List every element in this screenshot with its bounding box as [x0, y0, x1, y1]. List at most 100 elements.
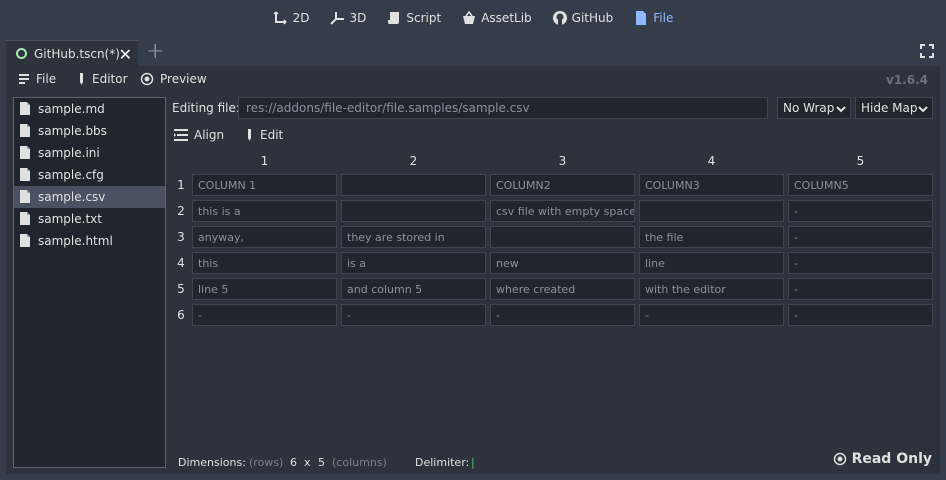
main-screen-2d-label: 2D — [292, 11, 310, 25]
file-list-item[interactable]: sample.cfg — [14, 164, 165, 186]
file-list-item-label: sample.cfg — [38, 168, 104, 182]
file-list-item[interactable]: sample.md — [14, 98, 165, 120]
file-editor-toolbar: File Editor Preview v1.6.4 — [6, 66, 940, 94]
3d-icon — [329, 10, 346, 26]
rows-count: 6 — [290, 456, 297, 469]
file-list-item[interactable]: sample.txt — [14, 208, 165, 230]
main-screen-2d-button[interactable]: 2D — [263, 3, 320, 33]
file-icon — [19, 123, 33, 139]
editor-menu-button[interactable]: Editor — [76, 72, 128, 86]
scene-tab-bar: GitHub.tscn(*) ✕ + — [0, 38, 946, 66]
table-cell[interactable]: - — [639, 304, 784, 326]
main-screen-3d-button[interactable]: 3D — [320, 3, 377, 33]
editor-menu-label: Editor — [92, 72, 128, 86]
table-cell[interactable]: this is a — [192, 200, 337, 222]
table-cell[interactable]: line — [639, 252, 784, 274]
file-list-item-label: sample.txt — [38, 212, 102, 226]
table-cell[interactable] — [341, 174, 486, 196]
file-list-item-label: sample.ini — [38, 146, 100, 160]
row-number: 1 — [177, 178, 185, 192]
table-cell[interactable]: - — [788, 200, 933, 222]
file-list-item-label: sample.bbs — [38, 124, 107, 138]
column-header: 5 — [856, 154, 865, 168]
map-dropdown[interactable]: Hide Map — [855, 97, 933, 119]
table-cell[interactable]: new — [490, 252, 635, 274]
file-editor-panel: File Editor Preview v1.6.4 sample.md samp… — [6, 66, 940, 474]
editing-file-row: Editing file: No Wrap Hide Map — [172, 97, 933, 119]
pencil-icon — [244, 128, 254, 142]
file-list-item[interactable]: sample.bbs — [14, 120, 165, 142]
eye-icon — [140, 72, 154, 86]
main-screen-file-label: File — [653, 11, 674, 25]
table-cell[interactable]: with the editor — [639, 278, 784, 300]
column-header: 4 — [707, 154, 716, 168]
table-cell[interactable]: line 5 — [192, 278, 337, 300]
rows-unit-label: (rows) — [249, 456, 284, 469]
edit-button[interactable]: Edit — [244, 128, 283, 142]
table-cell[interactable]: they are stored in — [341, 226, 486, 248]
dimension-separator: x — [304, 456, 311, 469]
table-cell[interactable]: this — [192, 252, 337, 274]
table-cell[interactable]: anyway, — [192, 226, 337, 248]
column-header: 1 — [260, 154, 269, 168]
wrap-dropdown-value: No Wrap — [783, 101, 835, 115]
main-screen-bar: 2D 3D Script AssetLib GitHub File — [0, 0, 946, 36]
distraction-free-icon[interactable] — [920, 44, 934, 61]
table-cell[interactable]: where created — [490, 278, 635, 300]
file-path-field[interactable] — [238, 97, 768, 119]
wrap-dropdown[interactable]: No Wrap — [777, 97, 851, 119]
table-cell[interactable]: COLUMN2 — [490, 174, 635, 196]
table-cell[interactable] — [490, 226, 635, 248]
file-list-item[interactable]: sample.html — [14, 230, 165, 252]
table-cell[interactable] — [639, 200, 784, 222]
columns-count: 5 — [318, 456, 325, 469]
main-screen-assetlib-label: AssetLib — [481, 11, 532, 25]
delimiter-value: | — [471, 456, 475, 469]
table-cell[interactable]: csv file with empty space — [490, 200, 635, 222]
scene-node-icon — [16, 48, 27, 59]
row-number: 6 — [177, 308, 185, 322]
table-cell[interactable]: the file — [639, 226, 784, 248]
table-cell[interactable]: - — [788, 278, 933, 300]
align-button-label: Align — [194, 128, 225, 142]
table-cell[interactable]: and column 5 — [341, 278, 486, 300]
file-menu-button[interactable]: File — [18, 72, 56, 86]
dimensions-label: Dimensions: — [178, 456, 246, 469]
align-icon — [174, 129, 188, 141]
file-list-item-label: sample.csv — [38, 190, 106, 204]
add-tab-icon[interactable]: + — [146, 39, 164, 64]
table-cell[interactable]: COLUMN 1 — [192, 174, 337, 196]
table-cell[interactable]: - — [192, 304, 337, 326]
scene-tab[interactable]: GitHub.tscn(*) ✕ — [6, 40, 138, 66]
row-number: 5 — [177, 282, 185, 296]
main-screen-assetlib-button[interactable]: AssetLib — [451, 3, 541, 33]
table-cell[interactable]: - — [788, 304, 933, 326]
table-cell[interactable]: - — [788, 226, 933, 248]
chevron-down-icon — [918, 103, 928, 117]
main-screen-file-button[interactable]: File — [623, 3, 683, 33]
table-cell[interactable]: COLUMN3 — [639, 174, 784, 196]
preview-menu-button[interactable]: Preview — [140, 72, 207, 86]
close-icon[interactable]: ✕ — [119, 45, 132, 64]
main-screen-script-button[interactable]: Script — [376, 3, 451, 33]
table-cell[interactable] — [341, 200, 486, 222]
file-icon — [19, 211, 33, 227]
script-icon — [386, 10, 402, 26]
table-cell[interactable]: - — [490, 304, 635, 326]
table-cell[interactable]: - — [788, 252, 933, 274]
table-cell[interactable]: is a — [341, 252, 486, 274]
align-button[interactable]: Align — [174, 128, 224, 142]
chevron-down-icon — [836, 103, 846, 117]
file-icon — [19, 233, 33, 249]
map-dropdown-value: Hide Map — [861, 101, 918, 115]
eye-icon — [833, 452, 847, 466]
file-list-item[interactable]: sample.ini — [14, 142, 165, 164]
column-header: 2 — [409, 154, 418, 168]
preview-menu-label: Preview — [160, 72, 207, 86]
columns-unit-label: (columns) — [332, 456, 387, 469]
table-cell[interactable]: - — [341, 304, 486, 326]
table-cell[interactable]: COLUMN5 — [788, 174, 933, 196]
file-list-item[interactable]: sample.csv — [14, 186, 165, 208]
file-icon — [19, 167, 33, 183]
main-screen-github-button[interactable]: GitHub — [542, 3, 624, 33]
